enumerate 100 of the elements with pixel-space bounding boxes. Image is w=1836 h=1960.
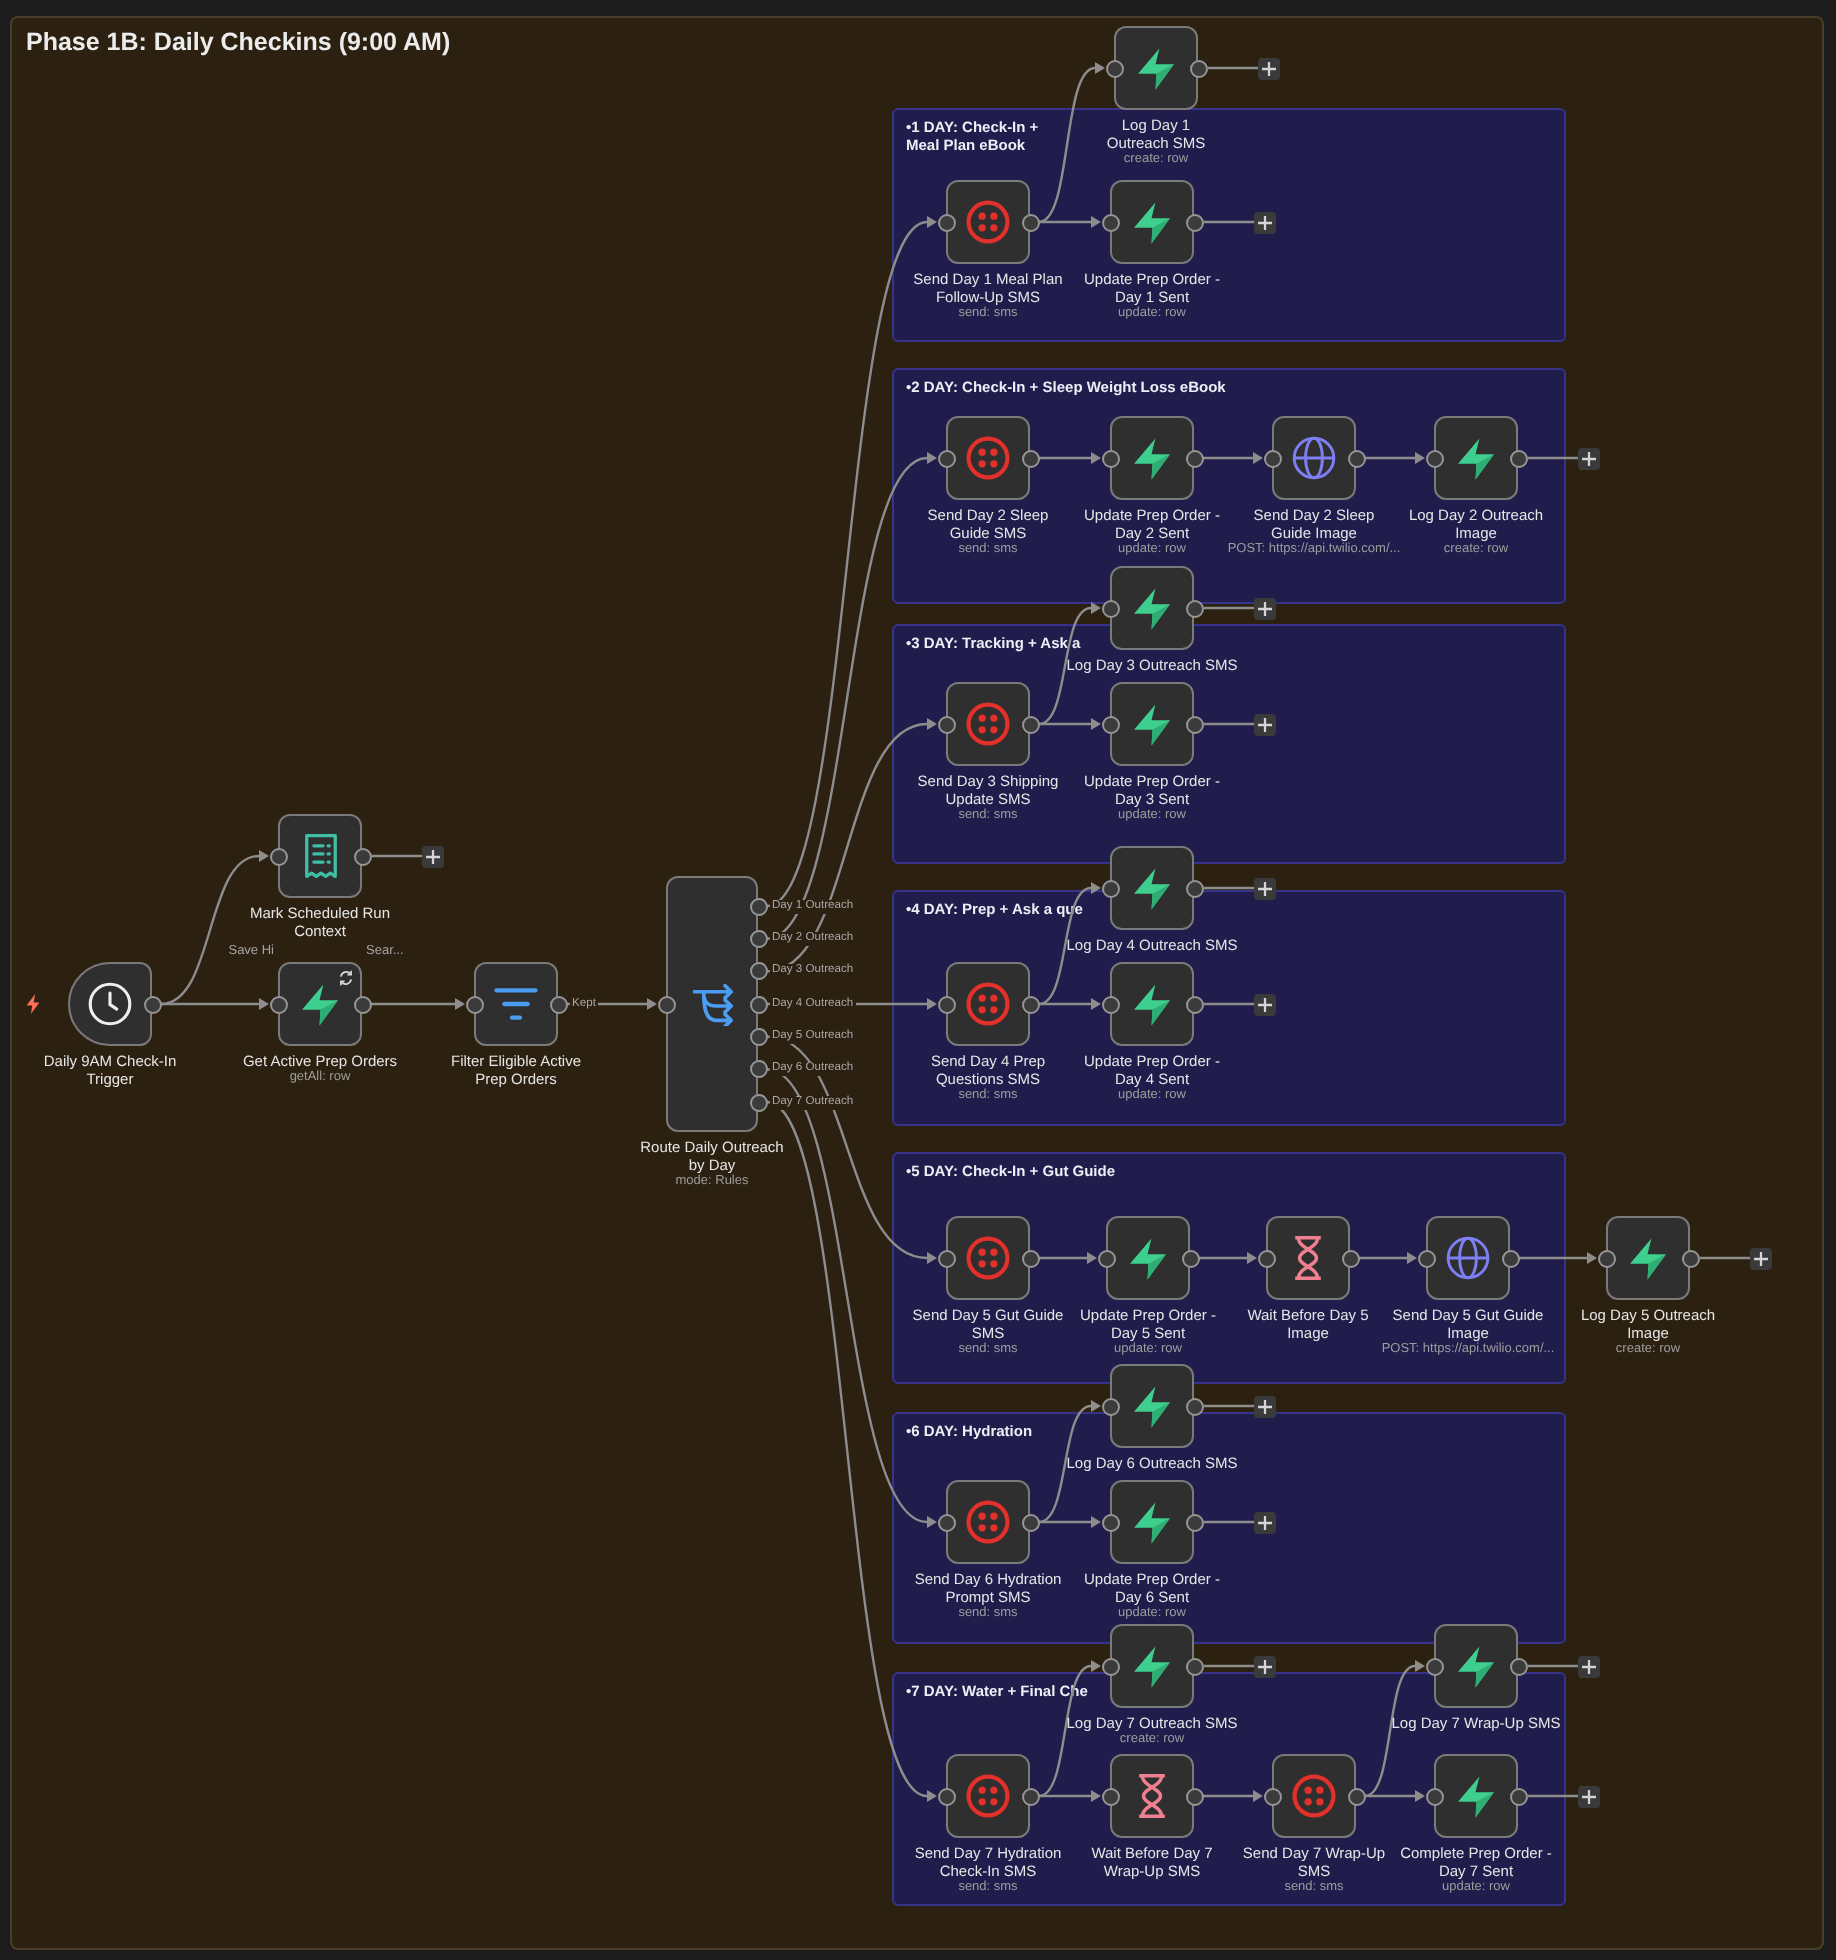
workflow-node[interactable] [1434, 1624, 1518, 1708]
dotted-ring-icon [966, 436, 1010, 480]
bolt-icon [1134, 437, 1170, 479]
bolt-icon [1130, 1237, 1166, 1279]
plus-icon [1257, 1515, 1271, 1529]
connection-arrow [371, 998, 465, 1010]
connection-arrow [1203, 452, 1263, 464]
workflow-node[interactable] [946, 1480, 1030, 1564]
filter-icon [494, 988, 538, 1020]
globe-icon [1292, 436, 1336, 480]
bolt-icon [1630, 1237, 1666, 1279]
bolt-icon [1134, 587, 1170, 629]
connection-arrow [1199, 1252, 1257, 1264]
plus-icon [425, 849, 439, 863]
workflow-node[interactable] [474, 962, 558, 1046]
dotted-ring-icon [966, 200, 1010, 244]
connector-line [1527, 456, 1577, 460]
hourglass-icon [1134, 1774, 1170, 1818]
workflow-node[interactable] [1110, 566, 1194, 650]
workflow-node[interactable] [1110, 682, 1194, 766]
connector-line [371, 854, 421, 858]
bolt-icon [1134, 867, 1170, 909]
bolt-icon [302, 983, 338, 1025]
workflow-node[interactable] [278, 962, 362, 1046]
connector-line [1699, 1256, 1749, 1260]
dotted-ring-icon [1292, 1774, 1336, 1818]
plus-icon [1261, 61, 1275, 75]
workflow-node[interactable] [1434, 416, 1518, 500]
workflow-node[interactable] [278, 814, 362, 898]
group-title: Phase 1B: Daily Checkins (9:00 AM) [26, 28, 451, 58]
connection-arrow [1519, 1252, 1597, 1264]
plus-icon [1257, 1659, 1271, 1673]
plus-icon [1257, 881, 1271, 895]
workflow-node[interactable] [1266, 1216, 1350, 1300]
workflow-node[interactable] [1426, 1216, 1510, 1300]
plus-icon [1257, 215, 1271, 229]
workflow-node[interactable] [1110, 180, 1194, 264]
plus-icon [1581, 1789, 1595, 1803]
workflow-node[interactable] [946, 180, 1030, 264]
connector-line [1203, 722, 1253, 726]
workflow-node[interactable] [1110, 1754, 1194, 1838]
connector-line [1527, 1794, 1577, 1798]
connection-arrow [1359, 1252, 1417, 1264]
workflow-node[interactable] [946, 1754, 1030, 1838]
connector-line [1203, 606, 1253, 610]
connector-line [1203, 1664, 1253, 1668]
connection-arrow [1039, 452, 1101, 464]
connection-arrow [1203, 1790, 1263, 1802]
workflow-node[interactable] [1110, 1364, 1194, 1448]
bolt-icon [1134, 1501, 1170, 1543]
connector-line [1527, 1664, 1577, 1668]
workflow-node[interactable] [1110, 1480, 1194, 1564]
workflow-node[interactable] [1106, 1216, 1190, 1300]
workflow-node[interactable] [1110, 416, 1194, 500]
workflow-node[interactable] [946, 962, 1030, 1046]
plus-icon [1257, 1399, 1271, 1413]
connector-line [1203, 1404, 1253, 1408]
clock-icon [88, 982, 132, 1026]
connection-arrow [1039, 1252, 1097, 1264]
plus-icon [1257, 717, 1271, 731]
workflow-node[interactable] [946, 682, 1030, 766]
plus-icon [1257, 601, 1271, 615]
workflow-node[interactable] [1110, 962, 1194, 1046]
workflow-node[interactable] [1434, 1754, 1518, 1838]
hourglass-icon [1290, 1236, 1326, 1280]
connection-arrow [1365, 452, 1425, 464]
plus-icon [1581, 451, 1595, 465]
connector-line [1203, 1520, 1253, 1524]
workflow-node[interactable] [946, 1216, 1030, 1300]
bolt-icon [1458, 437, 1494, 479]
connector-line [1207, 66, 1257, 70]
workflow-node[interactable] [1272, 1754, 1356, 1838]
connector-line [1203, 886, 1253, 890]
dotted-ring-icon [966, 1236, 1010, 1280]
workflow-node[interactable] [1272, 416, 1356, 500]
workflow-node[interactable] [1114, 26, 1198, 110]
plus-icon [1257, 997, 1271, 1011]
bolt-icon [1134, 1645, 1170, 1687]
bolt-icon [1458, 1775, 1494, 1817]
connector-line [1203, 220, 1253, 224]
workflow-node[interactable] [1606, 1216, 1690, 1300]
plus-icon [1753, 1251, 1767, 1265]
workflow-node[interactable] [666, 876, 758, 1132]
bolt-icon [1458, 1645, 1494, 1687]
connector-line [1203, 1002, 1253, 1006]
workflow-node[interactable] [1110, 846, 1194, 930]
dotted-ring-icon [966, 1500, 1010, 1544]
bolt-icon [1134, 983, 1170, 1025]
bolt-icon [1134, 703, 1170, 745]
bolt-icon [1134, 1385, 1170, 1427]
bolt-icon [1134, 201, 1170, 243]
branch-arrows-icon [691, 983, 733, 1025]
dotted-ring-icon [966, 1774, 1010, 1818]
globe-icon [1446, 1236, 1490, 1280]
plus-icon [1581, 1659, 1595, 1673]
workflow-node[interactable] [946, 416, 1030, 500]
dotted-ring-icon [966, 702, 1010, 746]
receipt-icon [303, 834, 337, 878]
workflow-node[interactable] [1110, 1624, 1194, 1708]
bolt-icon [1138, 47, 1174, 89]
